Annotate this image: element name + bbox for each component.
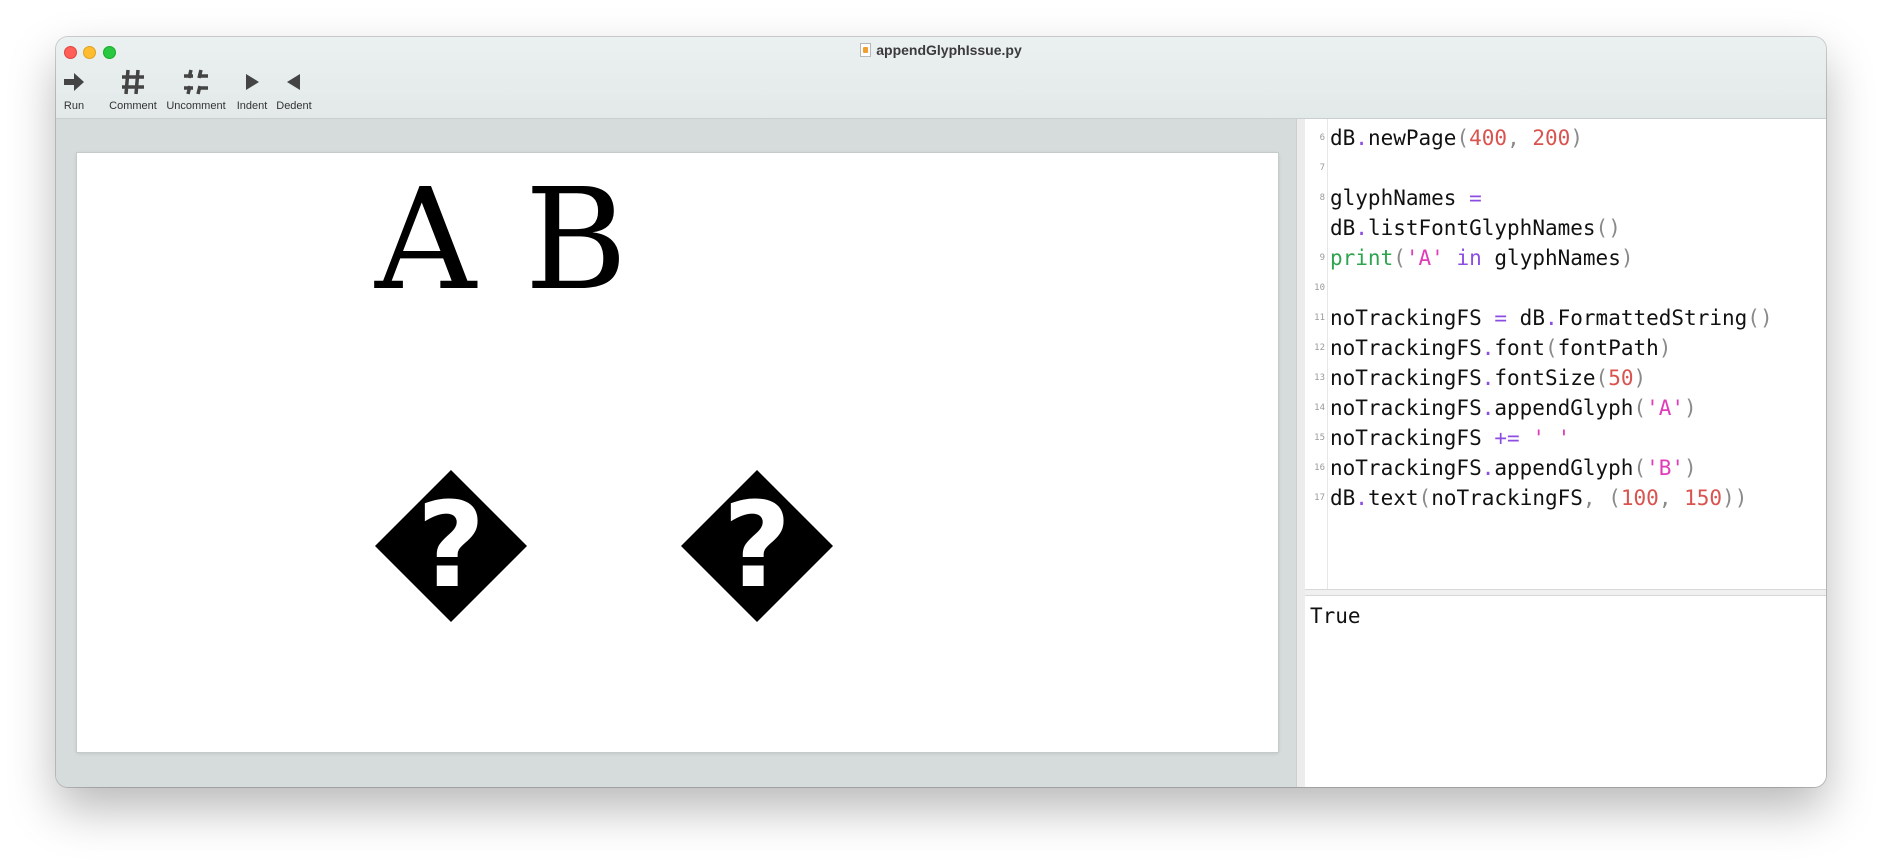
line-number: 12 xyxy=(1314,343,1325,353)
title-bar: appendGlyphIssue.py Run Comment Uncommen… xyxy=(56,37,1826,119)
missing-glyph-icon: ? xyxy=(375,470,527,622)
line-number: 17 xyxy=(1314,493,1325,503)
rendered-glyphs-text: A B xyxy=(375,159,630,322)
line-number: 6 xyxy=(1319,133,1325,143)
missing-glyph-mark: ? xyxy=(417,476,485,614)
missing-glyph-icon: ? xyxy=(681,470,833,622)
line-number: 8 xyxy=(1319,193,1325,203)
uncomment-button[interactable]: Uncomment xyxy=(161,67,231,112)
code-line: dB.newPage(400, 200) xyxy=(1330,126,1583,150)
line-number: 9 xyxy=(1319,253,1325,263)
indent-triangle-icon xyxy=(246,74,259,90)
dedent-triangle-icon xyxy=(287,74,300,90)
indent-label: Indent xyxy=(236,100,268,112)
hash-icon xyxy=(122,69,144,95)
line-number: 10 xyxy=(1314,283,1325,293)
comment-label: Comment xyxy=(109,100,157,112)
line-number: 15 xyxy=(1314,433,1325,443)
code-line: dB.text(noTrackingFS, (100, 150)) xyxy=(1330,486,1748,510)
window-title: appendGlyphIssue.py xyxy=(876,42,1022,58)
line-number: 7 xyxy=(1319,163,1325,173)
uncomment-hash-icon xyxy=(184,69,208,95)
comment-button[interactable]: Comment xyxy=(100,67,166,112)
line-number: 13 xyxy=(1314,373,1325,383)
line-number: 14 xyxy=(1314,403,1325,413)
line-number: 11 xyxy=(1314,313,1325,323)
editor-output-splitter[interactable] xyxy=(1305,589,1826,596)
code-editor[interactable]: 6 7 8 9 10 11 12 13 14 15 16 17 dB.newPa… xyxy=(1305,119,1826,589)
pane-splitter[interactable] xyxy=(1296,119,1305,787)
dedent-label: Dedent xyxy=(276,100,312,112)
app-window: appendGlyphIssue.py Run Comment Uncommen… xyxy=(56,37,1826,787)
code-line: print('A' in glyphNames) xyxy=(1330,246,1634,270)
dedent-button[interactable]: Dedent xyxy=(272,67,316,112)
output-text: True xyxy=(1310,604,1361,628)
run-arrow-icon xyxy=(64,73,84,91)
python-file-icon xyxy=(860,43,872,57)
uncomment-label: Uncomment xyxy=(166,100,226,112)
drawing-page: A B ? ? xyxy=(77,153,1278,752)
line-number: 16 xyxy=(1314,463,1325,473)
gutter-rule xyxy=(1327,119,1328,589)
missing-glyph-mark: ? xyxy=(723,476,791,614)
window-title-area: appendGlyphIssue.py xyxy=(56,42,1826,58)
output-console[interactable]: True xyxy=(1305,596,1826,787)
canvas-pane[interactable]: A B ? ? xyxy=(56,119,1296,787)
indent-button[interactable]: Indent xyxy=(230,67,274,112)
run-button[interactable]: Run xyxy=(56,67,92,112)
run-label: Run xyxy=(63,100,85,112)
